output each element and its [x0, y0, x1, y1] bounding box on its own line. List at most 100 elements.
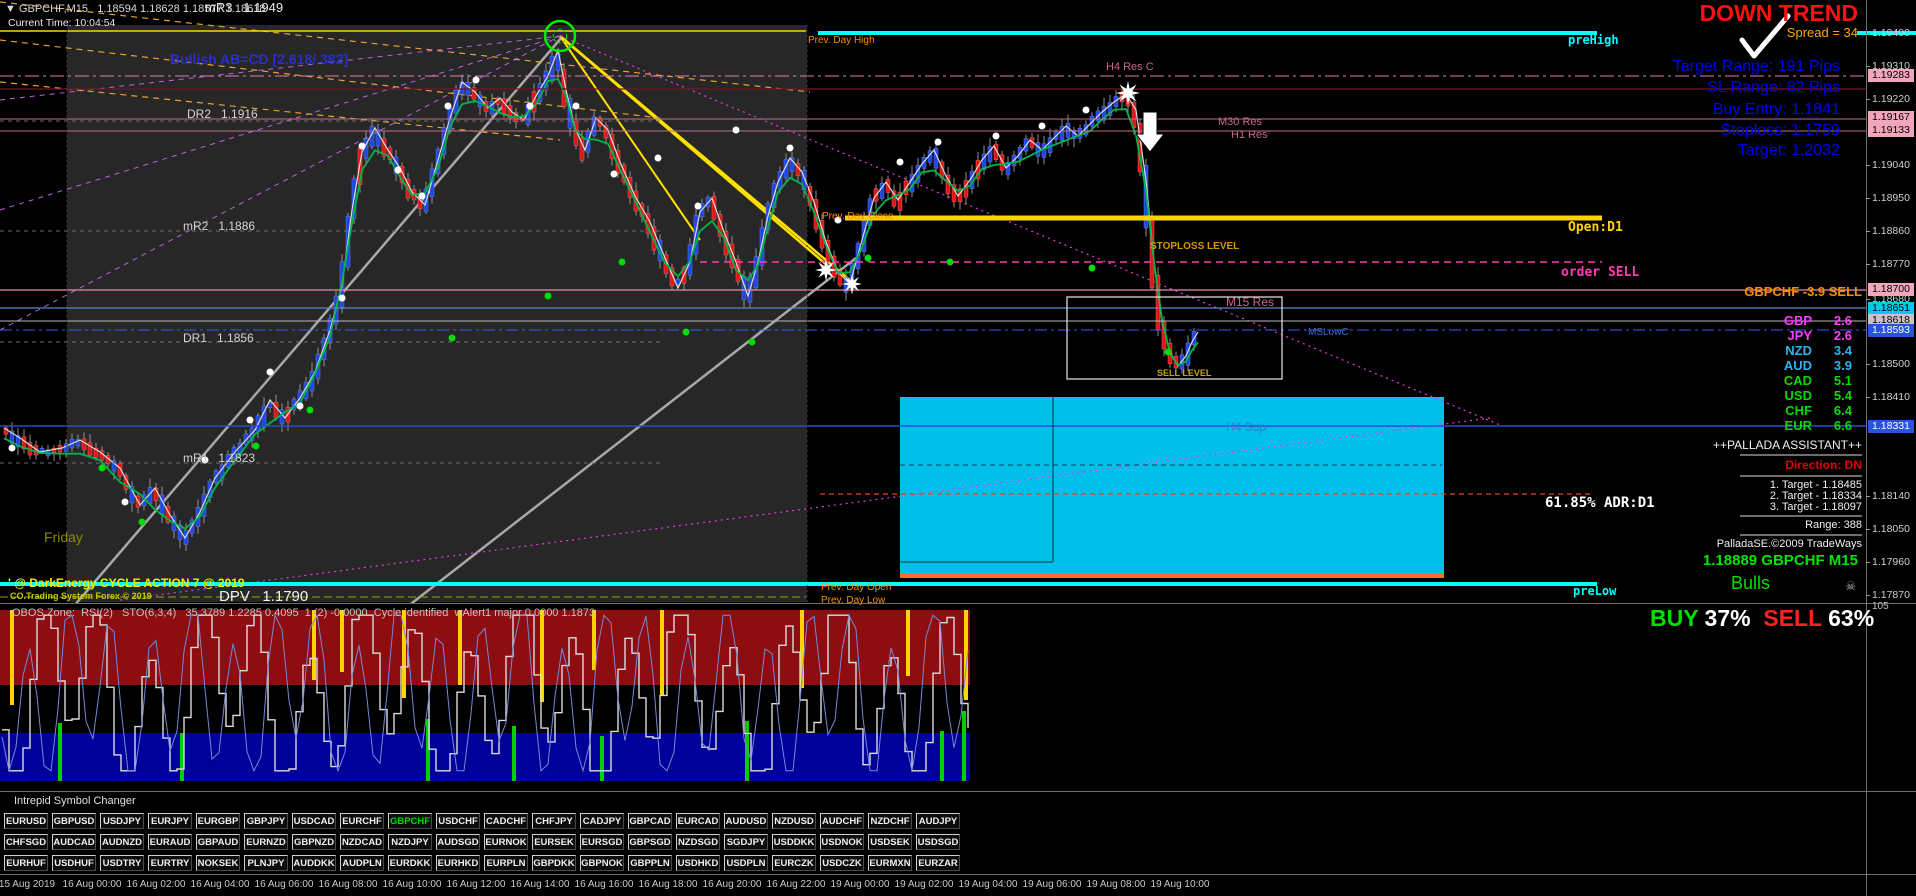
symbol-button-noksek[interactable]: NOKSEK	[196, 855, 240, 871]
symbol-button-gbppln[interactable]: GBPPLN	[628, 855, 672, 871]
symbol-button-usdsgd[interactable]: USDSGD	[916, 834, 960, 850]
strength-code-usd: USD	[1785, 388, 1812, 403]
symbol-button-usdhkd[interactable]: USDHKD	[676, 855, 720, 871]
symbol-button-usdchf[interactable]: USDCHF	[436, 813, 480, 829]
price-tick	[1866, 33, 1870, 34]
symbol-button-gbpsgd[interactable]: GBPSGD	[628, 834, 672, 850]
symbol-button-chfsgd[interactable]: CHFSGD	[4, 834, 48, 850]
symbol-button-cadjpy[interactable]: CADJPY	[580, 813, 624, 829]
symbol-button-usddkk[interactable]: USDDKK	[772, 834, 816, 850]
symbol-button-eurtry[interactable]: EURTRY	[148, 855, 192, 871]
symbol-button-eurdkk[interactable]: EURDKK	[388, 855, 432, 871]
buy-label: BUY	[1650, 605, 1698, 631]
symbol-button-nzdsgd[interactable]: NZDSGD	[676, 834, 720, 850]
price-axis-label: 1.18950	[1872, 192, 1910, 204]
symbol-button-nzdusd[interactable]: NZDUSD	[772, 813, 816, 829]
price-axis-label: 1.18500	[1872, 358, 1910, 370]
strength-code-chf: CHF	[1785, 403, 1812, 418]
price-tick	[1866, 264, 1870, 265]
symbol-button-eurusd[interactable]: EURUSD	[4, 813, 48, 829]
symbol-button-eurhuf[interactable]: EURHUF	[4, 855, 48, 871]
symbol-button-gbpusd[interactable]: GBPUSD	[52, 813, 96, 829]
pallada-quote: 1.18889 GBPCHF M15	[1703, 553, 1858, 568]
chart-ohlc-values: 1.18594 1.18628 1.18577 1.18618	[97, 3, 265, 15]
symbol-dropdown-icon[interactable]: ▼	[5, 3, 16, 15]
symbol-button-gbpcad[interactable]: GBPCAD	[628, 813, 672, 829]
symbol-button-euraud[interactable]: EURAUD	[148, 834, 192, 850]
pallada-range: Range: 388	[1805, 520, 1862, 531]
symbol-button-usdpln[interactable]: USDPLN	[724, 855, 768, 871]
symbol-button-gbpdkk[interactable]: GBPDKK	[532, 855, 576, 871]
symbol-button-audnzd[interactable]: AUDNZD	[100, 834, 144, 850]
symbol-button-audjpy[interactable]: AUDJPY	[916, 813, 960, 829]
price-tick	[1866, 364, 1870, 365]
prev-day-close-label: Prev. Day Close	[822, 212, 894, 222]
symbol-button-eurpln[interactable]: EURPLN	[484, 855, 528, 871]
symbol-button-usdczk[interactable]: USDCZK	[820, 855, 864, 871]
h4-sup-label: H4 Sup	[1226, 421, 1266, 433]
price-tick	[1866, 397, 1870, 398]
symbol-button-eurmxn[interactable]: EURMXN	[868, 855, 912, 871]
friday-label: Friday	[44, 530, 83, 544]
symbol-button-usdjpy[interactable]: USDJPY	[100, 813, 144, 829]
price-tick	[1866, 299, 1870, 300]
down-trend-label: DOWN TREND	[1700, 2, 1858, 25]
symbol-button-usdsek[interactable]: USDSEK	[868, 834, 912, 850]
h1-res-label: H1 Res	[1231, 130, 1268, 141]
strength-code-gbp: GBP	[1784, 313, 1812, 328]
prev-day-open-label: Prev. Day Open	[821, 583, 891, 593]
symbol-button-sgdjpy[interactable]: SGDJPY	[724, 834, 768, 850]
symbol-button-audpln[interactable]: AUDPLN	[340, 855, 384, 871]
symbol-button-audchf[interactable]: AUDCHF	[820, 813, 864, 829]
time-axis-label: 19 Aug 10:00	[1135, 879, 1225, 890]
symbol-button-usdhuf[interactable]: USDHUF	[52, 855, 96, 871]
symbol-button-audusd[interactable]: AUDUSD	[724, 813, 768, 829]
symbol-button-eursek[interactable]: EURSEK	[532, 834, 576, 850]
sentiment-bar: BUY 37% SELL 63%	[1650, 605, 1874, 632]
symbol-button-usdtry[interactable]: USDTRY	[100, 855, 144, 871]
symbol-button-eurgbp[interactable]: EURGBP	[196, 813, 240, 829]
symbol-button-nzdcad[interactable]: NZDCAD	[340, 834, 384, 850]
symbol-button-eurczk[interactable]: EURCZK	[772, 855, 816, 871]
strength-value-nzd: 3.4	[1834, 343, 1852, 358]
price-axis-label: 1.19040	[1872, 159, 1910, 171]
symbol-button-plnjpy[interactable]: PLNJPY	[244, 855, 288, 871]
m15-res-label: M15 Res	[1226, 296, 1274, 308]
price-tick	[1866, 165, 1870, 166]
prev-day-high-label: Prev. Day High	[808, 36, 875, 46]
symbol-button-chfjpy[interactable]: CHFJPY	[532, 813, 576, 829]
mr1-pivot-label: mR1 1.1823	[183, 452, 255, 464]
symbol-button-nzdchf[interactable]: NZDCHF	[868, 813, 912, 829]
trade-info-line: SL Range: 82 Pips	[1707, 79, 1840, 97]
symbol-button-gbpnzd[interactable]: GBPNZD	[292, 834, 336, 850]
symbol-button-eursgd[interactable]: EURSGD	[580, 834, 624, 850]
price-axis-label: 1.18770	[1872, 258, 1910, 270]
price-badge: 1.18593	[1868, 324, 1914, 337]
symbol-button-eurjpy[interactable]: EURJPY	[148, 813, 192, 829]
symbol-button-audsgd[interactable]: AUDSGD	[436, 834, 480, 850]
symbol-button-eurchf[interactable]: EURCHF	[340, 813, 384, 829]
strength-code-jpy: JPY	[1787, 328, 1812, 343]
price-badge: 1.19283	[1868, 69, 1914, 82]
symbol-button-auddkk[interactable]: AUDDKK	[292, 855, 336, 871]
symbol-button-eurhkd[interactable]: EURHKD	[436, 855, 480, 871]
mslowc-label: MSLowC	[1308, 328, 1349, 338]
symbol-button-eurnok[interactable]: EURNOK	[484, 834, 528, 850]
price-tick	[1866, 99, 1870, 100]
symbol-button-usdcad[interactable]: USDCAD	[292, 813, 336, 829]
symbol-button-audcad[interactable]: AUDCAD	[52, 834, 96, 850]
symbol-button-gbpjpy[interactable]: GBPJPY	[244, 813, 288, 829]
symbol-button-eurnzd[interactable]: EURNZD	[244, 834, 288, 850]
symbol-button-eurzar[interactable]: EURZAR	[916, 855, 960, 871]
symbol-button-gbpchf[interactable]: GBPCHF	[388, 813, 432, 829]
symbol-button-usdnok[interactable]: USDNOK	[820, 834, 864, 850]
buy-value: 37%	[1705, 605, 1751, 631]
symbol-button-cadchf[interactable]: CADCHF	[484, 813, 528, 829]
symbol-button-gbpnok[interactable]: GBPNOK	[580, 855, 624, 871]
sell-value: 63%	[1828, 605, 1874, 631]
chart-symbol-period: GBPCHF,M15	[19, 3, 88, 15]
strength-code-nzd: NZD	[1785, 343, 1812, 358]
symbol-button-gbpaud[interactable]: GBPAUD	[196, 834, 240, 850]
symbol-button-nzdjpy[interactable]: NZDJPY	[388, 834, 432, 850]
symbol-button-eurcad[interactable]: EURCAD	[676, 813, 720, 829]
